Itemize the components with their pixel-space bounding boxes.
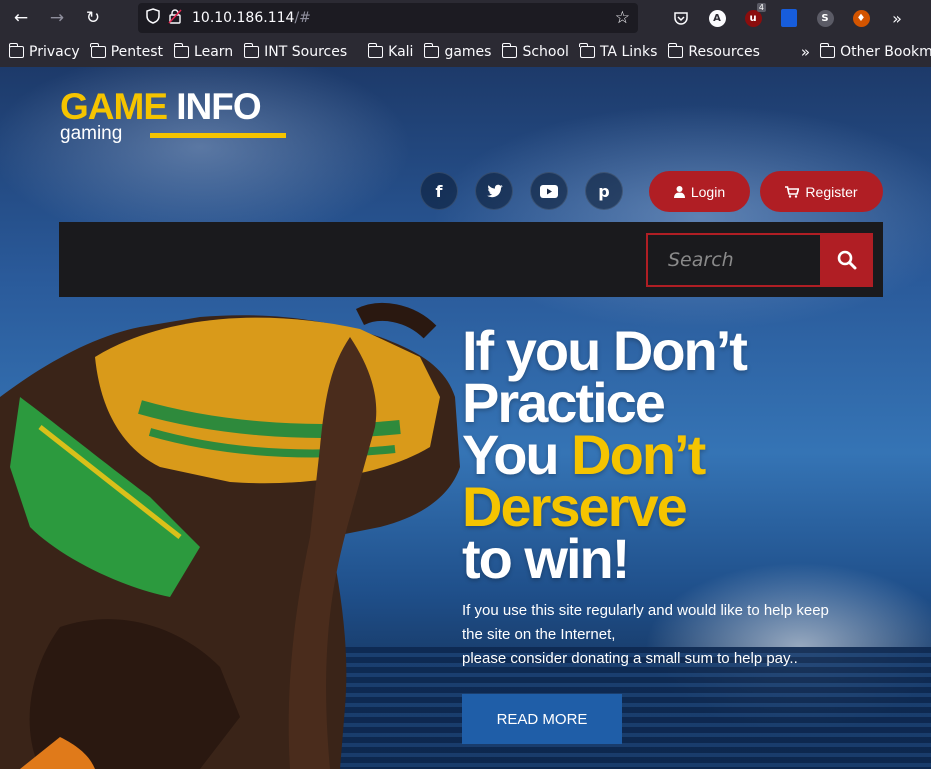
bookmark-other[interactable]: Other Bookmarks [819,42,931,60]
headline-line-1: If you Don’t [462,319,748,382]
bookmark-label: INT Sources [264,43,348,60]
description-line-3: please consider donating a small sum to … [462,650,798,667]
description-line-1: If you use this site regularly and would… [462,602,829,619]
back-icon[interactable]: ← [6,3,36,33]
search-button[interactable] [821,233,873,287]
bookmarks-overflow-icon[interactable]: » [801,43,810,61]
hero-section: GAME INFO gaming f p Login Register If y… [0,67,931,769]
bookmark-int-sources[interactable]: INT Sources [243,42,348,60]
bookmark-label: Pentest [110,43,164,60]
extension-icons: A u4 S ♦ » [668,3,910,32]
search-icon [837,250,857,270]
account-icon[interactable]: A [704,5,730,31]
logo-underline [150,133,286,138]
url-host: 10.10.186.114 [192,10,295,26]
folder-icon [819,42,836,58]
bookmark-learn[interactable]: Learn [173,42,234,60]
ublock-icon[interactable]: u4 [740,3,766,31]
bookmarks-bar: Privacy Pentest Learn INT Sources Kali g… [0,36,931,67]
search-input[interactable] [646,233,822,287]
hero-headline: If you Don’t Practice You Don’t Derserve… [462,319,748,590]
insecure-lock-icon[interactable] [164,8,186,28]
bitwarden-icon[interactable] [776,5,802,31]
bookmark-resources[interactable]: Resources [667,42,760,60]
reload-icon[interactable]: ↻ [78,3,108,33]
description-line-2: the site on the Internet, [462,626,616,643]
url-path: /# [294,10,311,26]
bookmark-label: games [444,43,492,60]
bookmark-label: School [522,43,569,60]
folder-icon [173,42,190,58]
folder-icon [8,42,24,58]
user-icon [673,185,685,198]
folder-icon [501,42,518,58]
bookmark-school[interactable]: School [501,42,569,60]
read-more-button[interactable]: READ MORE [462,694,622,744]
bookmark-label: Kali [388,43,414,60]
overflow-menu-icon[interactable]: » [884,5,910,31]
folder-icon [579,42,595,58]
bookmark-ta-links[interactable]: TA Links [579,42,658,60]
shield-icon[interactable] [142,8,164,28]
site-logo[interactable]: GAME INFO gaming [60,86,286,144]
folder-icon [423,42,440,58]
wappalyzer-icon[interactable]: ♦ [848,5,874,31]
bookmark-label: TA Links [599,43,658,60]
facebook-icon[interactable]: f [420,172,458,210]
logo-word-game: GAME [60,86,168,127]
cart-icon [785,185,800,198]
headline-line-5: to win! [462,527,630,590]
address-bar[interactable]: 10.10.186.114/# ☆ [138,3,638,33]
logo-title: GAME INFO [60,86,262,127]
folder-icon [243,42,260,58]
bookmark-label: Learn [194,43,234,60]
ublock-badge: 4 [756,3,766,12]
bookmark-label: Other Bookmarks [840,43,931,60]
bookmark-games[interactable]: games [423,42,492,60]
athlete-image [0,303,460,769]
headline-line-2: Practice [462,371,666,434]
folder-icon [667,42,684,58]
bookmark-label: Privacy [29,43,80,60]
browser-toolbar: ← → ↻ 10.10.186.114/# ☆ A u4 S ♦ » [0,0,931,36]
youtube-icon[interactable] [530,172,568,210]
register-button[interactable]: Register [760,171,883,212]
bookmark-kali[interactable]: Kali [367,42,414,60]
register-label: Register [805,183,858,200]
folder-icon [90,42,106,58]
foxyproxy-icon[interactable]: S [812,5,838,31]
bookmark-star-icon[interactable]: ☆ [615,8,630,28]
pinterest-icon[interactable]: p [585,172,623,210]
twitter-icon[interactable] [475,172,513,210]
login-button[interactable]: Login [649,171,750,212]
forward-icon[interactable]: → [42,3,72,33]
url-text: 10.10.186.114/# [192,10,311,26]
logo-word-info: INFO [176,86,261,127]
bookmark-label: Resources [688,43,760,60]
hero-description: If you use this site regularly and would… [462,599,882,671]
bookmark-pentest[interactable]: Pentest [90,42,164,60]
folder-icon [367,42,384,58]
pocket-icon[interactable] [668,5,694,31]
bookmark-privacy[interactable]: Privacy [8,42,80,60]
read-more-label: READ MORE [496,710,588,728]
login-label: Login [690,183,726,200]
headline-line-3: You Don’t [462,427,746,483]
headline-line-4: Derserve [462,475,688,538]
